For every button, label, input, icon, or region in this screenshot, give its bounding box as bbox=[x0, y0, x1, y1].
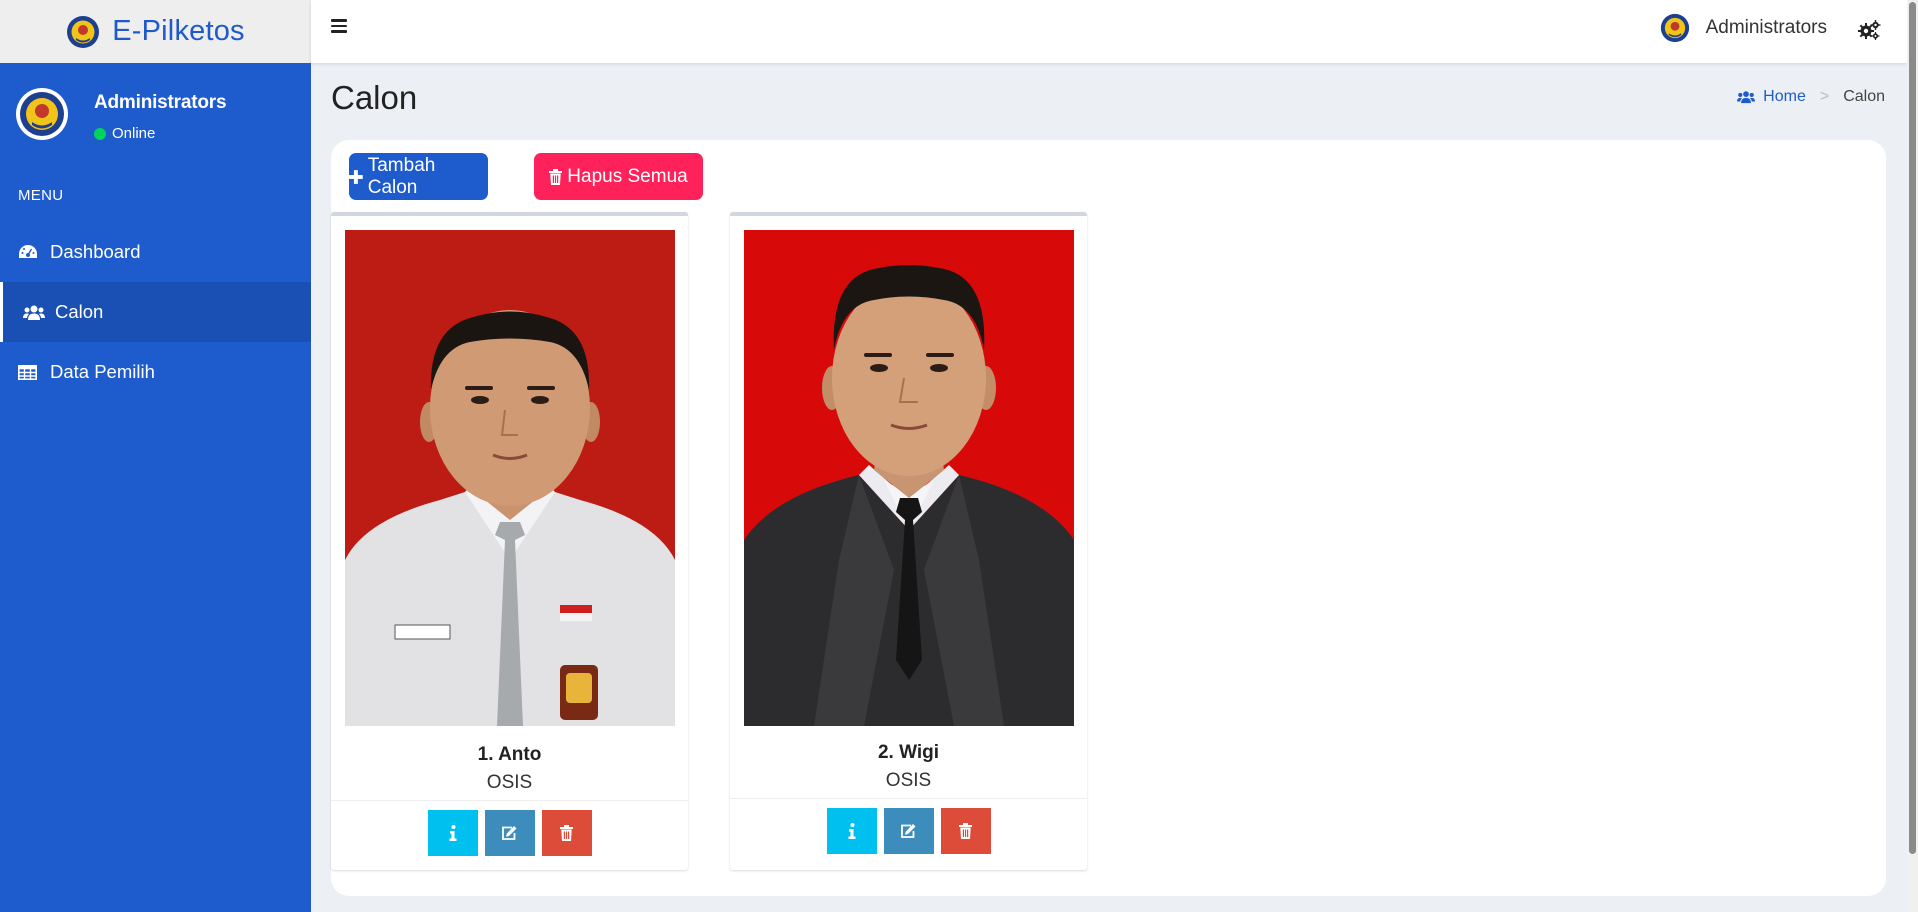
page-title: Calon bbox=[331, 79, 418, 116]
page-scrollbar[interactable] bbox=[1907, 0, 1918, 912]
card-divider bbox=[730, 798, 1087, 799]
sidebar-item-data-pemilih[interactable]: Data Pemilih bbox=[0, 342, 311, 402]
sidebar: Administrators Online MENU Dashboard Cal… bbox=[0, 63, 311, 912]
user-avatar-icon bbox=[1660, 13, 1689, 43]
user-menu[interactable]: Administrators bbox=[1660, 13, 1827, 43]
sidebar-item-dashboard[interactable]: Dashboard bbox=[0, 222, 311, 282]
breadcrumb-home-label: Home bbox=[1763, 88, 1806, 105]
online-dot-icon bbox=[94, 127, 106, 140]
candidate-card: 1. Anto OSIS bbox=[331, 212, 688, 870]
delete-button[interactable] bbox=[940, 808, 991, 854]
sidebar-item-label: Dashboard bbox=[50, 241, 141, 262]
sidebar-user-name: Administrators bbox=[94, 92, 227, 113]
breadcrumb: Home > Calon bbox=[1737, 88, 1885, 106]
table-icon bbox=[18, 363, 40, 381]
candidate-org: OSIS bbox=[486, 772, 533, 793]
menu-header: MENU bbox=[18, 187, 64, 204]
breadcrumb-current: Calon bbox=[1843, 88, 1885, 105]
menu-toggle-icon[interactable] bbox=[331, 19, 347, 33]
info-icon bbox=[449, 825, 456, 841]
breadcrumb-separator: > bbox=[1819, 88, 1830, 105]
candidate-name: 2. Wigi bbox=[877, 742, 940, 763]
edit-button[interactable] bbox=[883, 808, 934, 854]
delete-all-label: Hapus Semua bbox=[567, 165, 688, 187]
candidate-photo bbox=[345, 230, 675, 726]
card-actions bbox=[730, 808, 1087, 854]
edit-button[interactable] bbox=[484, 810, 535, 856]
gears-icon[interactable] bbox=[1857, 19, 1881, 41]
top-user-name: Administrators bbox=[1705, 17, 1827, 38]
edit-icon bbox=[901, 824, 916, 838]
trash-icon bbox=[549, 168, 563, 185]
card-actions bbox=[331, 810, 688, 856]
app-brand: E-Pilketos bbox=[112, 15, 245, 47]
plus-icon bbox=[349, 169, 363, 184]
candidate-photo bbox=[744, 230, 1074, 726]
user-panel: Administrators Online bbox=[16, 88, 227, 142]
sidebar-item-calon[interactable]: Calon bbox=[0, 282, 311, 342]
sidebar-item-label: Data Pemilih bbox=[50, 361, 155, 382]
breadcrumb-home[interactable]: Home bbox=[1737, 88, 1806, 106]
user-status-label: Online bbox=[112, 125, 156, 142]
sidebar-item-label: Calon bbox=[55, 301, 104, 322]
users-icon bbox=[23, 303, 45, 321]
sidebar-nav: Dashboard Calon Data Pemilih bbox=[0, 222, 311, 402]
scrollbar-thumb[interactable] bbox=[1909, 2, 1916, 854]
trash-icon bbox=[560, 825, 573, 841]
candidate-org: OSIS bbox=[885, 770, 932, 791]
candidate-name: 1. Anto bbox=[477, 744, 542, 765]
users-icon bbox=[1737, 91, 1756, 104]
dashboard-icon bbox=[18, 243, 40, 261]
school-emblem-icon bbox=[67, 15, 100, 48]
sidebar-avatar bbox=[16, 88, 68, 140]
logo-bar[interactable]: E-Pilketos bbox=[0, 0, 311, 63]
edit-icon bbox=[502, 826, 517, 840]
add-candidate-label: Tambah Calon bbox=[367, 154, 436, 198]
add-candidate-button[interactable]: Tambah Calon bbox=[349, 153, 488, 200]
detail-button[interactable] bbox=[427, 810, 478, 856]
delete-button[interactable] bbox=[541, 810, 592, 856]
delete-all-button[interactable]: Hapus Semua bbox=[534, 153, 703, 200]
candidates-box: Tambah Calon Hapus Semua 1. Anto OSIS 2.… bbox=[331, 140, 1886, 896]
detail-button[interactable] bbox=[826, 808, 877, 854]
user-status: Online bbox=[94, 125, 226, 142]
top-navbar: Administrators bbox=[311, 0, 1907, 63]
info-icon bbox=[848, 823, 855, 839]
trash-icon bbox=[959, 823, 972, 839]
card-divider bbox=[331, 800, 688, 801]
candidate-card: 2. Wigi OSIS bbox=[730, 212, 1087, 870]
